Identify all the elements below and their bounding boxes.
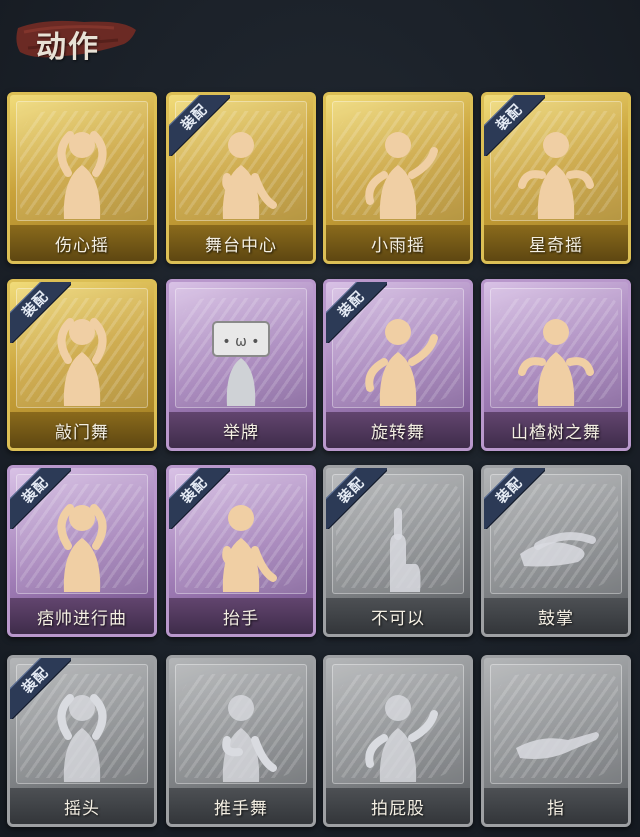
equipped-label: 装配	[178, 474, 211, 507]
card-label-bar: 摇头	[10, 788, 154, 824]
card-label: 拍屁股	[371, 798, 425, 819]
card-label-bar: 指	[484, 788, 628, 824]
equipped-badge: 装配	[169, 468, 230, 529]
action-card[interactable]: 指	[481, 655, 631, 827]
equipped-badge: 装配	[326, 468, 387, 529]
action-card[interactable]: 舞台中心 装配	[166, 92, 316, 264]
equipped-label: 装配	[19, 664, 52, 697]
card-label-bar: 抬手	[169, 598, 313, 634]
card-label: 摇头	[64, 798, 100, 819]
push-dance-figure-icon	[222, 695, 277, 782]
equipped-label: 装配	[335, 288, 368, 321]
action-card[interactable]: 旋转舞 装配	[323, 279, 473, 451]
equipped-badge: 装配	[484, 95, 545, 156]
card-label: 痞帅进行曲	[37, 608, 127, 629]
card-label-bar: 星奇摇	[484, 225, 628, 261]
equipped-badge: 装配	[10, 658, 71, 719]
card-label: 伤心摇	[55, 235, 109, 256]
equipped-ribbon: 装配	[169, 468, 230, 529]
equipped-badge: 装配	[326, 282, 387, 343]
action-card[interactable]: 推手舞	[166, 655, 316, 827]
card-label-bar: 拍屁股	[326, 788, 470, 824]
action-card[interactable]: • ω • 举牌	[166, 279, 316, 451]
card-label: 鼓掌	[538, 608, 574, 629]
equipped-ribbon: 装配	[484, 468, 545, 529]
card-label: 推手舞	[214, 798, 268, 819]
action-card[interactable]: 鼓掌 装配	[481, 465, 631, 637]
card-label-bar: 山楂树之舞	[484, 412, 628, 448]
equipped-ribbon: 装配	[484, 95, 545, 156]
card-label: 指	[547, 798, 565, 819]
card-label: 小雨摇	[371, 235, 425, 256]
equipped-badge: 装配	[169, 95, 230, 156]
card-label: 不可以	[371, 608, 425, 629]
equipped-badge: 装配	[10, 282, 71, 343]
action-card[interactable]: 山楂树之舞	[481, 279, 631, 451]
action-card[interactable]: 小雨摇	[323, 92, 473, 264]
heart-shake-figure-icon	[57, 131, 107, 219]
card-label-bar: 举牌	[169, 412, 313, 448]
hold-sign-figure-icon: • ω •	[212, 321, 270, 406]
card-label-bar: 敲门舞	[10, 412, 154, 448]
equipped-ribbon: 装配	[10, 282, 71, 343]
action-card[interactable]: 敲门舞 装配	[7, 279, 157, 451]
card-label-bar: 不可以	[326, 598, 470, 634]
action-card[interactable]: 拍屁股	[323, 655, 473, 827]
equipped-badge: 装配	[10, 468, 71, 529]
action-card[interactable]: 痞帅进行曲 装配	[7, 465, 157, 637]
card-label: 星奇摇	[529, 235, 583, 256]
equipped-ribbon: 装配	[169, 95, 230, 156]
card-label-bar: 伤心摇	[10, 225, 154, 261]
action-card[interactable]: 伤心摇	[7, 92, 157, 264]
card-label-bar: 旋转舞	[326, 412, 470, 448]
card-label-bar: 舞台中心	[169, 225, 313, 261]
card-label: 旋转舞	[371, 422, 425, 443]
point-hand-icon	[516, 732, 599, 759]
action-card[interactable]: 摇头 装配	[7, 655, 157, 827]
rain-shake-figure-icon	[365, 132, 438, 219]
equipped-ribbon: 装配	[10, 658, 71, 719]
hawthorn-dance-figure-icon	[518, 319, 594, 406]
card-label-bar: 痞帅进行曲	[10, 598, 154, 634]
action-card[interactable]: 星奇摇 装配	[481, 92, 631, 264]
equipped-label: 装配	[19, 288, 52, 321]
card-label: 抬手	[223, 608, 259, 629]
action-card[interactable]: 抬手 装配	[166, 465, 316, 637]
card-label: 山楂树之舞	[511, 422, 601, 443]
equipped-ribbon: 装配	[10, 468, 71, 529]
card-label: 敲门舞	[55, 422, 109, 443]
equipped-label: 装配	[178, 101, 211, 134]
action-card[interactable]: 不可以 装配	[323, 465, 473, 637]
equipped-label: 装配	[493, 474, 526, 507]
equipped-label: 装配	[493, 101, 526, 134]
card-label-bar: 鼓掌	[484, 598, 628, 634]
card-label-bar: 推手舞	[169, 788, 313, 824]
svg-text:• ω •: • ω •	[222, 334, 259, 350]
equipped-ribbon: 装配	[326, 282, 387, 343]
equipped-label: 装配	[335, 474, 368, 507]
action-grid: 伤心摇 舞台中心 装配 小雨摇 星奇摇 装配 敲门舞 装配 • ω • 举牌 旋转舞 装配 山楂树之舞痞…	[0, 0, 640, 837]
equipped-ribbon: 装配	[326, 468, 387, 529]
pat-butt-figure-icon	[365, 695, 438, 782]
card-label: 举牌	[223, 422, 259, 443]
card-label: 舞台中心	[205, 235, 277, 256]
equipped-label: 装配	[19, 474, 52, 507]
card-label-bar: 小雨摇	[326, 225, 470, 261]
equipped-badge: 装配	[484, 468, 545, 529]
